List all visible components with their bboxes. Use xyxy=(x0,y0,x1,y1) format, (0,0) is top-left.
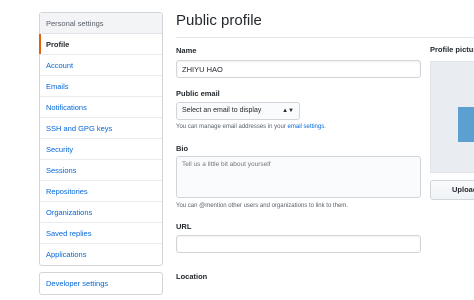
sidebar-item-applications[interactable]: Applications xyxy=(40,244,162,265)
public-email-selected: Select an email to display xyxy=(182,107,262,114)
bio-note: You can @mention other users and organiz… xyxy=(176,203,348,209)
sidebar-item-ssh-gpg-keys[interactable]: SSH and GPG keys xyxy=(40,118,162,139)
sidebar-item-security[interactable]: Security xyxy=(40,139,162,160)
upload-picture-button[interactable]: Upload new picture xyxy=(430,180,474,200)
developer-settings-box: Developer settings xyxy=(39,272,163,295)
profile-picture-label: Profile picture xyxy=(430,45,474,54)
email-settings-link[interactable]: email settings xyxy=(288,124,325,130)
public-email-note-text: You can manage email addresses in your xyxy=(176,124,286,130)
location-label: Location xyxy=(176,272,208,281)
sidebar-item-organizations[interactable]: Organizations xyxy=(40,202,162,223)
title-divider xyxy=(176,37,474,38)
sidebar-item-developer-settings[interactable]: Developer settings xyxy=(40,273,162,294)
url-input[interactable] xyxy=(176,235,421,253)
sidebar-item-repositories[interactable]: Repositories xyxy=(40,181,162,202)
bio-label: Bio xyxy=(176,144,189,153)
public-email-select[interactable]: Select an email to display ▲▼ xyxy=(176,102,300,120)
sidebar-item-sessions[interactable]: Sessions xyxy=(40,160,162,181)
settings-sidebar: Personal settings Profile Account Emails… xyxy=(39,12,163,266)
public-email-note-suffix: . xyxy=(324,124,326,130)
sidebar-item-account[interactable]: Account xyxy=(40,55,162,76)
page-title: Public profile xyxy=(176,12,262,29)
bio-textarea[interactable] xyxy=(176,156,421,198)
sidebar-header: Personal settings xyxy=(40,13,162,34)
name-input[interactable] xyxy=(176,60,421,78)
url-label: URL xyxy=(176,222,192,231)
public-email-label: Public email xyxy=(176,89,220,98)
public-email-note: You can manage email addresses in your e… xyxy=(176,124,326,130)
sidebar-item-saved-replies[interactable]: Saved replies xyxy=(40,223,162,244)
name-label: Name xyxy=(176,46,197,55)
sidebar-item-profile[interactable]: Profile xyxy=(39,34,162,55)
sidebar-item-emails[interactable]: Emails xyxy=(40,76,162,97)
avatar-image-block xyxy=(458,107,474,142)
chevron-down-icon: ▲▼ xyxy=(282,108,294,114)
sidebar-item-notifications[interactable]: Notifications xyxy=(40,97,162,118)
